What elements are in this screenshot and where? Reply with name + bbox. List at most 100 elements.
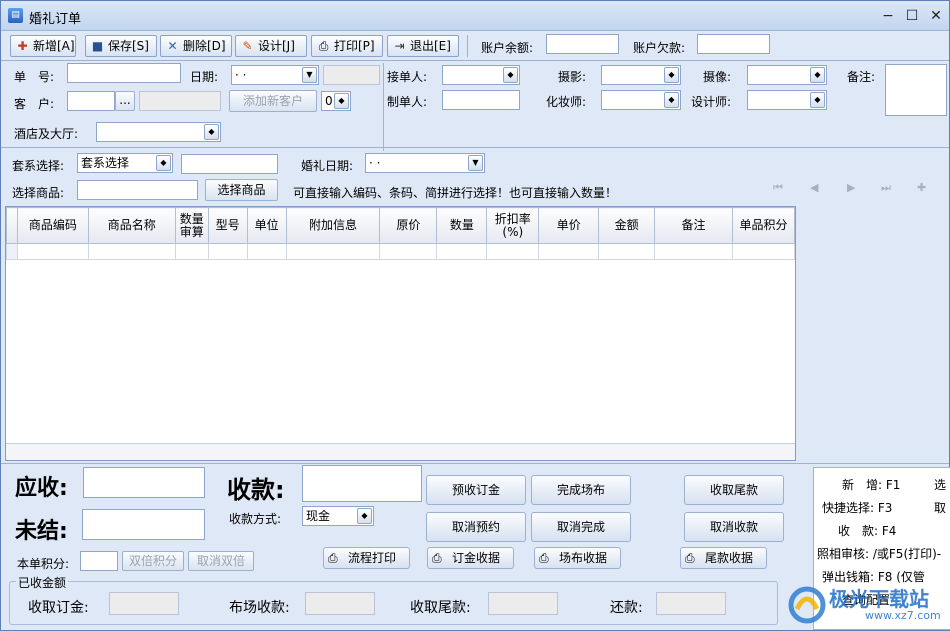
column-header[interactable]: 备注	[654, 207, 733, 244]
table-row[interactable]	[6, 243, 796, 260]
spin-icon[interactable]: ◆	[156, 155, 171, 171]
maker-field[interactable]	[442, 90, 520, 110]
column-header[interactable]: 商品编码	[16, 207, 89, 244]
next-record-icon[interactable]: ▶	[847, 181, 855, 194]
collect-field[interactable]	[302, 465, 422, 502]
cancel-finish-button[interactable]: 取消完成	[531, 512, 631, 542]
column-header[interactable]: 原价	[379, 207, 438, 244]
print-button[interactable]: ⎙ 打印[P]	[311, 35, 383, 57]
goods-field[interactable]	[77, 180, 198, 200]
chevron-down-icon[interactable]: ▼	[302, 67, 317, 83]
printer-icon: ⎙	[318, 39, 329, 53]
debt-field[interactable]	[697, 34, 770, 54]
balance-receipt-button[interactable]: ⎙ 尾款收据	[680, 547, 767, 569]
package-select[interactable]: 套系选择 ◆	[77, 153, 173, 173]
column-header[interactable]: 单位	[246, 207, 287, 244]
column-header[interactable]: 单价	[538, 207, 600, 244]
finish-venue-button[interactable]: 完成场布	[531, 475, 631, 505]
spin-icon[interactable]: ◆	[204, 124, 219, 140]
designer-select[interactable]: ◆	[747, 90, 827, 110]
balance-field[interactable]	[546, 34, 619, 54]
double-points-button[interactable]: 双倍积分	[122, 551, 184, 571]
exit-button[interactable]: ⇥ 退出[E]	[387, 35, 459, 57]
wedding-date-picker[interactable]: · · ▼	[365, 153, 485, 173]
column-header[interactable]: 商品名称	[87, 207, 176, 244]
spin-icon[interactable]: ◆	[810, 92, 825, 108]
photo-select[interactable]: ◆	[601, 65, 681, 85]
video-select[interactable]: ◆	[747, 65, 827, 85]
column-header[interactable]: 附加信息	[285, 207, 381, 244]
hotkey-line: 快捷选择: F3	[822, 501, 893, 515]
select-goods-button[interactable]: 选择商品	[205, 179, 278, 201]
spin-icon[interactable]: ◆	[664, 92, 679, 108]
date-value: · ·	[235, 68, 247, 82]
hotkey-line: 照相审核: /或F5(打印)-	[817, 547, 942, 561]
grid-header-row: 商品编码 商品名称 数量 审算 型号 单位 附加信息 原价 数量 折扣率 (%)…	[6, 207, 796, 244]
receiver-select[interactable]: ◆	[442, 65, 520, 85]
remark-field[interactable]	[885, 64, 947, 116]
hotel-select[interactable]: ◆	[96, 122, 221, 142]
spin-icon[interactable]: ◆	[503, 67, 518, 83]
delete-button[interactable]: ✕ 删除[D]	[160, 35, 232, 57]
maximize-icon[interactable]: ☐	[901, 6, 923, 26]
flow-print-label: 流程打印	[348, 551, 397, 565]
maker-label: 制单人:	[387, 95, 428, 109]
add-customer-button[interactable]: 添加新客户	[229, 90, 317, 112]
exit-door-icon: ⇥	[394, 39, 405, 53]
close-icon[interactable]: ✕	[925, 6, 947, 26]
pre-deposit-button[interactable]: 预收订金	[426, 475, 526, 505]
flow-print-button[interactable]: ⎙ 流程打印	[323, 547, 410, 569]
column-header[interactable]: 单品积分	[731, 207, 796, 244]
add-button[interactable]: ✚ 新增[A]	[10, 35, 76, 57]
add-record-icon[interactable]: ✚	[917, 181, 926, 194]
deposit-collected-field	[109, 592, 179, 615]
date-label: 日期:	[190, 70, 219, 84]
receivable-field[interactable]	[83, 467, 205, 498]
spin-icon[interactable]: ◆	[664, 67, 679, 83]
points-field[interactable]	[80, 551, 118, 571]
collect-balance-button[interactable]: 收取尾款	[684, 475, 784, 505]
deposit-receipt-button[interactable]: ⎙ 订金收据	[427, 547, 514, 569]
cancel-double-button[interactable]: 取消双倍	[188, 551, 254, 571]
customer-count-spin[interactable]: 0 ◆	[321, 91, 351, 111]
minimize-icon[interactable]: −	[877, 6, 899, 26]
floppy-save-icon: ■	[91, 39, 104, 53]
venue-collected-label: 布场收款:	[229, 600, 290, 616]
order-no-label: 单 号:	[14, 70, 55, 84]
column-header[interactable]: 数量	[436, 207, 488, 244]
order-no-field[interactable]	[67, 63, 181, 83]
column-header[interactable]: 型号	[207, 207, 248, 244]
column-header[interactable]: 折扣率 (%)	[486, 207, 540, 244]
last-record-icon[interactable]: ⏭	[881, 181, 891, 195]
pay-method-select[interactable]: 现金 ◆	[302, 506, 374, 526]
unsettled-field[interactable]	[82, 509, 205, 540]
column-header[interactable]: 金额	[598, 207, 656, 244]
spin-icon[interactable]: ◆	[357, 508, 372, 524]
deposit-receipt-label: 订金收据	[452, 551, 501, 565]
package-label: 套系选择:	[12, 159, 65, 173]
first-record-icon[interactable]: ⏮	[773, 181, 783, 195]
cancel-booking-button[interactable]: 取消预约	[426, 512, 526, 542]
makeup-select[interactable]: ◆	[601, 90, 681, 110]
remark-label: 备注:	[847, 70, 876, 84]
collected-group-label: 已收金额	[16, 574, 69, 591]
customer-field[interactable]	[67, 91, 115, 111]
save-button[interactable]: ■ 保存[S]	[85, 35, 157, 57]
design-button[interactable]: ✎ 设计[J]	[235, 35, 307, 57]
designer-label: 设计师:	[691, 95, 732, 109]
cancel-collect-button[interactable]: 取消收款	[684, 512, 784, 542]
customer-label: 客 户:	[14, 97, 55, 111]
goods-grid[interactable]: 商品编码 商品名称 数量 审算 型号 单位 附加信息 原价 数量 折扣率 (%)…	[5, 206, 796, 461]
package-extra-field[interactable]	[181, 154, 278, 174]
printer-icon: ⎙	[685, 551, 695, 565]
date-picker[interactable]: · · ▼	[231, 65, 319, 85]
venue-receipt-button[interactable]: ⎙ 场布收据	[534, 547, 621, 569]
prev-record-icon[interactable]: ◀	[810, 181, 818, 194]
customer-browse-button[interactable]: ...	[115, 91, 135, 111]
chevron-down-icon[interactable]: ▼	[468, 155, 483, 171]
pay-method-value: 现金	[306, 509, 331, 523]
column-header[interactable]: 数量 审算	[174, 207, 209, 244]
spin-icon[interactable]: ◆	[810, 67, 825, 83]
spin-icon[interactable]: ◆	[334, 93, 349, 109]
goods-hint: 可直接输入编码、条码、简拼进行选择！也可直接输入数量！	[293, 186, 618, 200]
